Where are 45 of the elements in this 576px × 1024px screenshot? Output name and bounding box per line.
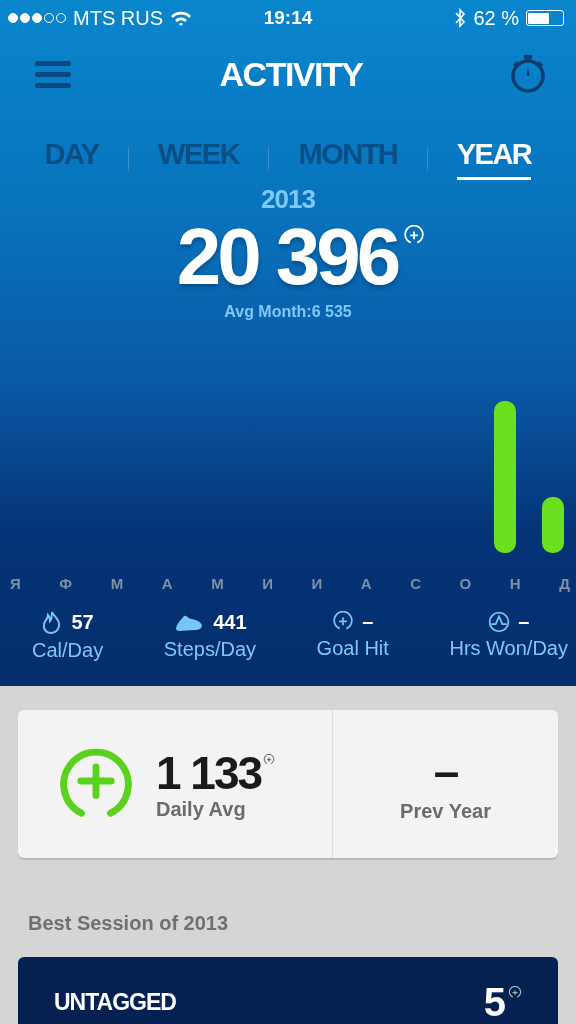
month-label: А [161, 575, 173, 592]
stat-value: 441 [213, 610, 247, 634]
year-label: 2013 [261, 184, 315, 215]
stat-label: Steps/Day [163, 638, 256, 661]
total-value: 20 396 [176, 215, 398, 299]
stat-label: Cal/Day [32, 639, 104, 662]
month-label: Я [10, 575, 21, 592]
session-tag: UNTAGGED [54, 988, 176, 1016]
previous-year-value: – [433, 745, 458, 796]
pulse-icon [488, 610, 511, 633]
stopwatch-icon [510, 54, 546, 94]
session-card[interactable]: UNTAGGED 5 [18, 957, 558, 1024]
carrier-name: MTS RUS [73, 6, 163, 30]
period-tab[interactable]: WEEK [158, 138, 240, 180]
period-tab[interactable]: YEAR [456, 138, 532, 180]
month-label: И [311, 575, 323, 592]
stat-label: Goal Hit [316, 637, 389, 660]
period-tab[interactable]: DAY [44, 138, 99, 180]
month-label: М [211, 575, 224, 592]
month-label: И [262, 575, 273, 592]
battery-percent: 62 % [473, 6, 519, 30]
daily-average-label: Daily Avg [156, 797, 247, 821]
stat-value: – [518, 610, 530, 633]
clock-time: 19:14 [263, 7, 313, 29]
stat-label: Hrs Won/Day [449, 637, 568, 660]
wifi-icon [170, 10, 192, 26]
section-heading: Best Session of 2013 [28, 912, 230, 935]
session-value: 5 [483, 979, 506, 1024]
bluetooth-icon [454, 8, 467, 28]
month-label: Д [559, 575, 570, 592]
period-tab[interactable]: MONTH [298, 138, 398, 180]
menu-icon [34, 59, 72, 89]
month-label: М [110, 575, 124, 592]
stat-value: – [362, 610, 374, 633]
month-label: Ф [59, 575, 73, 592]
stat-value: 57 [71, 611, 94, 634]
screen-title: ACTIVITY [219, 54, 363, 94]
daily-average-value: 1 133 [156, 747, 262, 798]
average-text: Avg Month:6 535 [224, 303, 352, 321]
month-label: О [459, 575, 472, 592]
month-label: А [360, 575, 372, 592]
month-label: Н [509, 575, 521, 592]
previous-year-label: Prev Year [400, 799, 491, 823]
battery-icon [526, 10, 564, 26]
month-label: С [410, 575, 422, 592]
